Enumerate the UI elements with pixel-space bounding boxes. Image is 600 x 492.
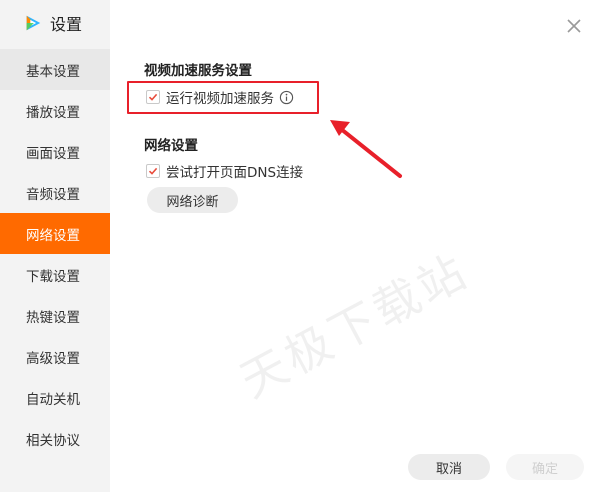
sidebar-item-label: 网络设置: [26, 227, 80, 244]
tencent-video-logo-icon: [26, 15, 41, 31]
dns-option-row[interactable]: 尝试打开页面DNS连接: [146, 161, 303, 181]
section-title-accel: 视频加速服务设置: [144, 63, 252, 79]
close-icon[interactable]: [566, 18, 582, 34]
dns-option-label: 尝试打开页面DNS连接: [166, 165, 304, 181]
app-header: 设置: [0, 0, 110, 46]
ok-button[interactable]: 确定: [506, 454, 584, 480]
sidebar-item-label: 自动关机: [26, 391, 80, 408]
sidebar-item-auto-shutdown[interactable]: 自动关机: [0, 377, 110, 418]
sidebar-item-label: 播放设置: [26, 104, 80, 121]
sidebar-nav: 基本设置 播放设置 画面设置 音频设置 网络设置 下载设置 热键设置 高级设置 …: [0, 49, 110, 459]
section-title-network: 网络设置: [144, 138, 198, 154]
sidebar-item-network[interactable]: 网络设置: [0, 213, 110, 254]
sidebar-item-label: 画面设置: [26, 145, 80, 162]
checkmark-icon: [148, 167, 158, 175]
app-title: 设置: [50, 15, 83, 34]
sidebar: 设置 基本设置 播放设置 画面设置 音频设置 网络设置 下载设置 热键设置 高级…: [0, 0, 110, 492]
sidebar-item-label: 音频设置: [26, 186, 80, 203]
sidebar-item-label: 基本设置: [26, 63, 80, 80]
sidebar-item-label: 下载设置: [26, 268, 80, 285]
sidebar-item-advanced[interactable]: 高级设置: [0, 336, 110, 377]
sidebar-item-playback[interactable]: 播放设置: [0, 90, 110, 131]
sidebar-item-basic[interactable]: 基本设置: [0, 49, 110, 90]
sidebar-item-agreements[interactable]: 相关协议: [0, 418, 110, 459]
sidebar-item-hotkeys[interactable]: 热键设置: [0, 295, 110, 336]
sidebar-item-download[interactable]: 下载设置: [0, 254, 110, 295]
highlight-box: [127, 81, 319, 114]
network-diagnose-button[interactable]: 网络诊断: [147, 187, 238, 213]
sidebar-item-label: 热键设置: [26, 309, 80, 326]
sidebar-item-label: 高级设置: [26, 350, 80, 367]
sidebar-item-audio[interactable]: 音频设置: [0, 172, 110, 213]
sidebar-item-picture[interactable]: 画面设置: [0, 131, 110, 172]
red-arrow-annotation: [330, 120, 402, 178]
sidebar-item-label: 相关协议: [26, 432, 80, 449]
cancel-button[interactable]: 取消: [408, 454, 490, 480]
dns-checkbox[interactable]: [146, 164, 160, 178]
watermark: 天极下载站: [231, 243, 478, 409]
